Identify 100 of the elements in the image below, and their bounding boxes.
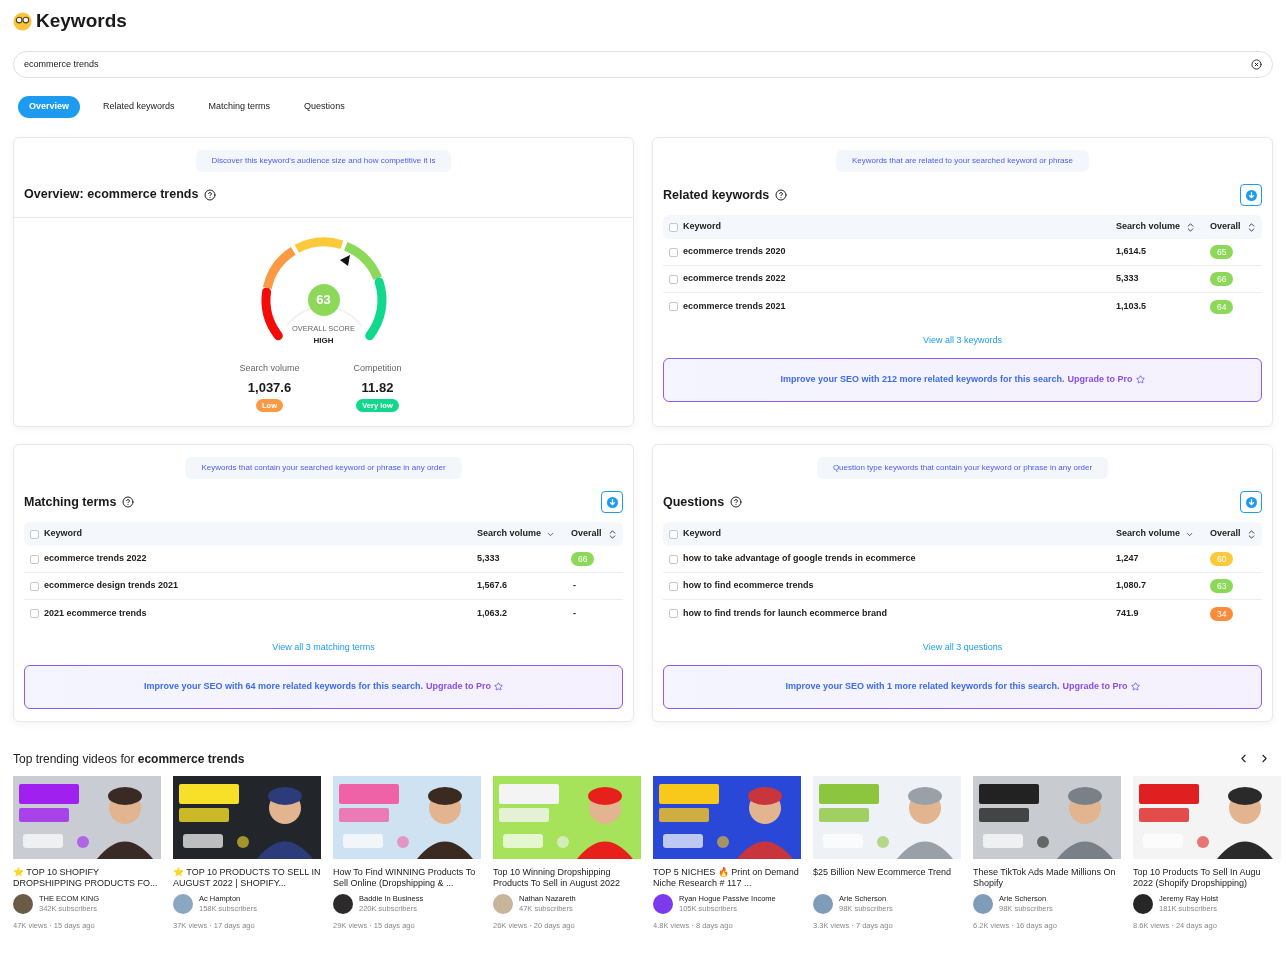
- page-title: Keywords: [36, 8, 127, 33]
- card-title: Related keywords: [663, 186, 770, 204]
- volume-cell-text: 5,333: [1116, 272, 1140, 286]
- column-header[interactable]: Search volume: [477, 527, 542, 541]
- upgrade-banner[interactable]: Improve your SEO with 64 more related keywords for this search. Upgrade to Pro: [24, 664, 623, 709]
- keyword-cell-text: 2021 ecommerce trends: [44, 606, 147, 620]
- stat-value: 11.82: [361, 378, 394, 397]
- volume-cell-text: 1,080.7: [1116, 579, 1148, 593]
- stat-label: Search volume: [239, 362, 300, 375]
- upgrade-link[interactable]: Upgrade to Pro: [1067, 372, 1133, 387]
- avatar: [173, 893, 193, 914]
- upgrade-banner[interactable]: Improve your SEO with 212 more related keywords for this search. Upgrade to Pro: [663, 357, 1262, 402]
- score-badge: 34: [1210, 606, 1234, 621]
- avatar: [13, 893, 33, 914]
- avatar: [813, 893, 833, 914]
- video-title[interactable]: Top 10 Products To Sell In Augu 2022 (Shopify Dropshipping): [1133, 866, 1281, 889]
- avatar: [1133, 893, 1153, 914]
- checkbox[interactable]: [30, 581, 39, 591]
- column-header: Keyword: [683, 220, 721, 234]
- video-title[interactable]: ⭐ TOP 10 SHOPIFY DROPSHIPPING PRODUCTS FO...: [13, 866, 161, 889]
- checkbox[interactable]: [669, 274, 678, 284]
- checkbox[interactable]: [669, 222, 678, 232]
- upgrade-link[interactable]: Upgrade to Pro: [426, 679, 492, 694]
- score-badge: 66: [571, 552, 595, 566]
- hint-label: Keywords that contain your searched keyword or phrase in any order: [185, 457, 462, 479]
- avatar: [973, 893, 993, 914]
- card-title: Questions: [663, 493, 725, 511]
- volume-cell-text: 1,063.2: [477, 606, 509, 620]
- clear-icon[interactable]: [1251, 59, 1262, 70]
- download-button[interactable]: [1240, 491, 1262, 513]
- upgrade-text: Improve your SEO with 212 more related keywords for this search.: [780, 372, 1065, 386]
- score-badge: 66: [1210, 272, 1234, 286]
- volume-cell-text: 1,103.5: [1116, 299, 1148, 313]
- upgrade-text: Improve your SEO with 1 more related keywords for this search.: [785, 679, 1060, 693]
- score-badge: 63: [1210, 579, 1234, 593]
- upgrade-link[interactable]: Upgrade to Pro: [1062, 679, 1128, 694]
- volume-cell-text: 1,247: [1116, 552, 1140, 566]
- tab[interactable]: Matching terms: [197, 96, 282, 118]
- avatar: [493, 893, 513, 914]
- score-rating: HIGH: [313, 335, 334, 348]
- help-icon[interactable]: [122, 496, 135, 508]
- star-icon: [1135, 375, 1145, 384]
- column-header[interactable]: Overall: [1210, 220, 1241, 234]
- score-cell-text: -: [572, 579, 576, 593]
- checkbox[interactable]: [30, 554, 39, 564]
- upgrade-banner[interactable]: Improve your SEO with 1 more related keywords for this search. Upgrade to Pro: [663, 664, 1262, 709]
- download-button[interactable]: [1240, 184, 1262, 206]
- keyword-cell: ecommerce trends 2022: [44, 552, 147, 566]
- stat-value: 1,037.6: [247, 378, 292, 397]
- checkbox[interactable]: [30, 529, 39, 539]
- download-icon: [606, 496, 618, 508]
- keyword-cell: ecommerce trends 2020: [683, 245, 786, 259]
- checkbox[interactable]: [669, 554, 678, 564]
- video-title[interactable]: Top 10 Winning Dropshipping Products To Sell in August 2022: [493, 866, 641, 889]
- download-icon: [1245, 189, 1257, 201]
- keyword-cell-text: how to find trends for launch ecommerce brand: [683, 606, 888, 620]
- video-title[interactable]: ⭐ TOP 10 PRODUCTS TO SELL IN AUGUST 2022 | SHOPIFY...: [173, 866, 321, 889]
- checkbox[interactable]: [669, 302, 678, 311]
- column-header[interactable]: Search volume: [1116, 220, 1181, 234]
- video-title[interactable]: $25 Billion New Ecommerce Trend: [813, 866, 961, 889]
- upgrade-text: Improve your SEO with 64 more related keywords for this search.: [143, 679, 424, 693]
- avatar: [653, 893, 673, 914]
- column-header: Keyword: [44, 527, 82, 541]
- stat-label: Competition: [353, 362, 402, 375]
- keyword-cell-text: ecommerce trends 2021: [683, 299, 786, 313]
- column-header[interactable]: Overall: [571, 527, 602, 541]
- video-title[interactable]: TOP 5 NICHES 🔥 Print on Demand Niche Research # 117 ...: [653, 866, 801, 889]
- checkbox[interactable]: [669, 247, 678, 257]
- keyword-cell: ecommerce trends 2022: [683, 272, 786, 286]
- keyword-cell: how to find ecommerce trends: [683, 579, 814, 593]
- checkbox[interactable]: [669, 529, 678, 539]
- score-badge: 60: [1210, 552, 1234, 566]
- checkbox[interactable]: [669, 609, 678, 618]
- card-title: Overview: ecommerce trends: [24, 186, 199, 204]
- star-icon: [494, 682, 504, 691]
- keyword-cell: how to take advantage of google trends in ecommerce: [683, 552, 916, 566]
- star-icon: [1130, 682, 1140, 691]
- help-icon[interactable]: [730, 496, 743, 508]
- help-icon[interactable]: [775, 189, 788, 201]
- checkbox[interactable]: [30, 609, 39, 618]
- column-header[interactable]: Search volume: [1116, 527, 1181, 541]
- hint-label: Keywords that are related to your searched keyword or phrase: [836, 150, 1089, 172]
- video-title[interactable]: These TikTok Ads Made Millions On Shopify: [973, 866, 1121, 889]
- tab[interactable]: Questions: [293, 96, 356, 118]
- score-badge: 65: [1210, 245, 1234, 259]
- download-icon: [1245, 496, 1257, 508]
- checkbox[interactable]: [669, 581, 678, 591]
- hint-label: Discover this keyword's audience size and how competitive it is: [195, 150, 452, 172]
- column-header: Keyword: [683, 527, 721, 541]
- tab[interactable]: Related keywords: [92, 96, 186, 118]
- help-icon[interactable]: [204, 188, 217, 201]
- emoji-icon: [13, 11, 32, 31]
- column-header[interactable]: Overall: [1210, 527, 1241, 541]
- video-title[interactable]: How To Find WINNING Products To Sell Online (Dropshipping & ...: [333, 866, 481, 889]
- volume-cell-text: 741.9: [1116, 606, 1140, 620]
- download-button[interactable]: [601, 491, 623, 513]
- keyword-cell: ecommerce design trends 2021: [44, 579, 179, 593]
- avatar: [333, 893, 353, 914]
- score-cell-text: -: [572, 606, 576, 620]
- section-heading: Top trending videos for ecommerce trends: [13, 750, 245, 768]
